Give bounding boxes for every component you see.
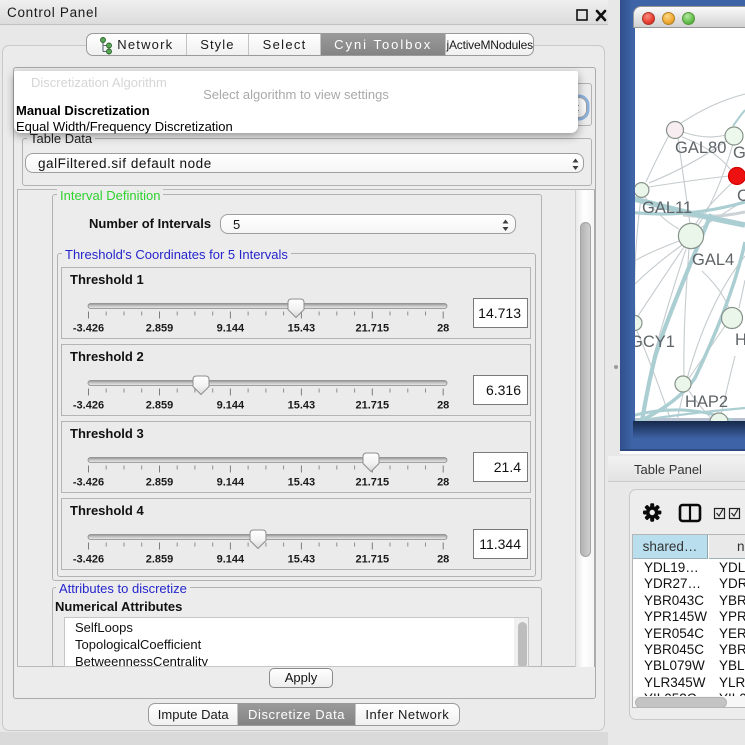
svg-text:9.144: 9.144 — [217, 477, 245, 489]
svg-text:-3.426: -3.426 — [73, 323, 104, 335]
svg-text:GAL80: GAL80 — [675, 139, 726, 157]
svg-text:2.859: 2.859 — [146, 400, 174, 412]
svg-text:21.715: 21.715 — [355, 400, 389, 412]
svg-text:15.43: 15.43 — [288, 477, 316, 489]
svg-text:GCY1: GCY1 — [633, 333, 675, 351]
svg-text:28: 28 — [437, 400, 449, 412]
svg-text:28: 28 — [437, 323, 449, 335]
svg-text:28: 28 — [437, 477, 449, 489]
svg-text:2.859: 2.859 — [146, 554, 174, 566]
svg-text:2.859: 2.859 — [146, 323, 174, 335]
svg-text:2.859: 2.859 — [146, 477, 174, 489]
svg-text:15.43: 15.43 — [288, 400, 316, 412]
svg-text:21.715: 21.715 — [355, 323, 389, 335]
svg-text:21.715: 21.715 — [355, 477, 389, 489]
svg-text:9.144: 9.144 — [217, 400, 245, 412]
svg-text:15.43: 15.43 — [288, 323, 316, 335]
svg-text:HAP2: HAP2 — [685, 393, 728, 411]
svg-text:C: C — [737, 187, 745, 205]
svg-text:15.43: 15.43 — [288, 554, 316, 566]
svg-text:-3.426: -3.426 — [73, 554, 104, 566]
svg-text:21.715: 21.715 — [355, 554, 389, 566]
svg-text:9.144: 9.144 — [217, 554, 245, 566]
svg-text:28: 28 — [437, 554, 449, 566]
svg-text:GAL11: GAL11 — [642, 199, 692, 217]
svg-text:9.144: 9.144 — [217, 323, 245, 335]
svg-text:GAL4: GAL4 — [692, 251, 734, 269]
svg-text:-3.426: -3.426 — [73, 400, 104, 412]
svg-text:-3.426: -3.426 — [73, 477, 104, 489]
svg-text:H: H — [735, 331, 745, 349]
svg-text:GAL: GAL — [733, 144, 745, 162]
